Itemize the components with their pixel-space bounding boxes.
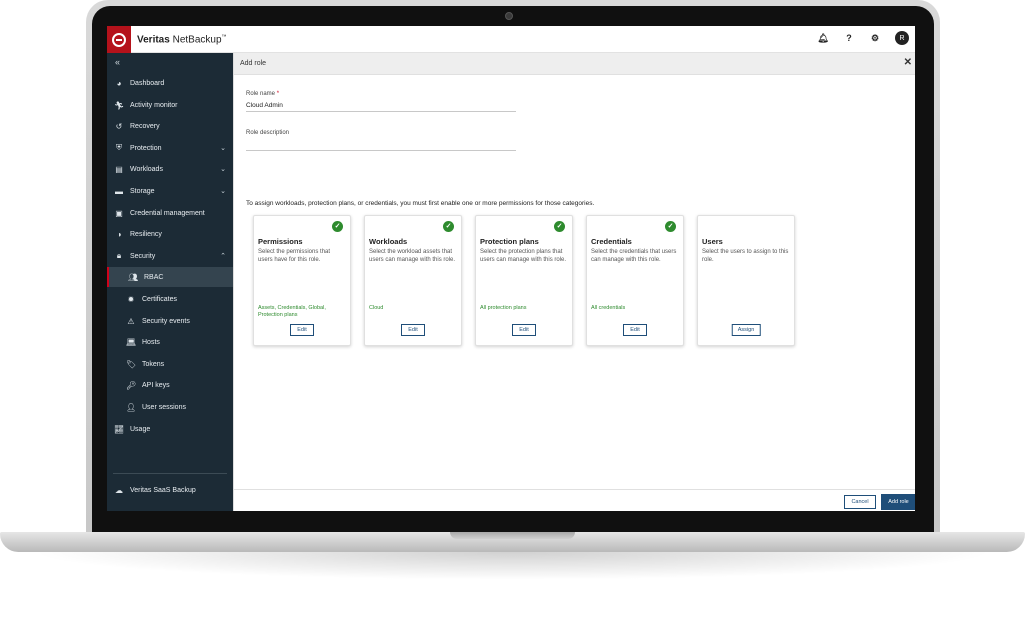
role-name-underline <box>246 111 516 112</box>
shield-icon: ⛨ <box>116 143 122 152</box>
chevron-down-icon: ⌄ <box>220 166 226 173</box>
assign-users-button[interactable]: Assign <box>731 324 761 336</box>
sidebar-item-protection[interactable]: ⛨ Protection ⌄ <box>107 138 233 158</box>
warning-icon: ⚠ <box>127 316 135 326</box>
sidebar-item-usage[interactable]: 📈︎ Usage <box>107 419 233 439</box>
sidebar-item-workloads[interactable]: ▤ Workloads ⌄ <box>107 159 233 179</box>
card-title: Users <box>702 237 723 246</box>
role-description-label: Role description <box>246 130 290 136</box>
panel-header: Add role ✕ <box>234 53 915 75</box>
sidebar-item-certificates[interactable]: ✹ Certificates <box>107 289 233 309</box>
help-icon[interactable]: ? <box>843 33 855 43</box>
close-icon[interactable]: ✕ <box>904 57 912 68</box>
role-name-field[interactable]: Cloud Admin <box>246 102 283 109</box>
protection-plans-card: ✓ Protection plans Select the protection… <box>475 215 573 346</box>
card-title: Workloads <box>369 237 408 246</box>
sidebar-item-security[interactable]: 🔒︎ Security ⌃ <box>107 246 233 266</box>
cloud-icon: ☁ <box>115 485 123 495</box>
laptop-notch <box>450 532 575 539</box>
sidebar-item-saas-backup[interactable]: ☁ Veritas SaaS Backup <box>107 480 233 500</box>
edit-credentials-button[interactable]: Edit <box>623 324 647 336</box>
card-description: Select the permissions that users have f… <box>258 249 331 263</box>
check-icon: ✓ <box>332 221 343 232</box>
edit-workloads-button[interactable]: Edit <box>401 324 425 336</box>
chevron-down-icon: ⌄ <box>220 145 226 152</box>
add-role-panel: Add role ✕ Role name * Cloud Admin Role … <box>233 53 915 511</box>
app-title: Veritas NetBackup™ <box>137 34 227 46</box>
sidebar: « ◕ Dashboard 🏃︎ Activity monitor ↺ Recover… <box>107 53 233 511</box>
edit-permissions-button[interactable]: Edit <box>290 324 314 336</box>
sidebar-item-hosts[interactable]: 💻︎ Hosts <box>107 332 233 352</box>
bell-icon[interactable]: 🔔︎ <box>817 33 829 44</box>
sidebar-item-activity-monitor[interactable]: 🏃︎ Activity monitor <box>107 95 233 115</box>
card-title: Permissions <box>258 237 303 246</box>
dashboard-icon: ◕ <box>116 78 122 88</box>
recovery-icon: ↺ <box>115 121 123 131</box>
sidebar-item-dashboard[interactable]: ◕ Dashboard <box>107 73 233 93</box>
assign-info-text: To assign workloads, protection plans, o… <box>246 200 595 207</box>
app-screen: Veritas NetBackup™ 🔔︎ ? ⚙︎ R « ◕ Dashboar… <box>107 26 915 511</box>
sidebar-item-resiliency[interactable]: ◑ Resiliency <box>107 224 233 244</box>
card-selection: Assets, Credentials, Global, Protection … <box>258 305 326 318</box>
card-description: Select the credentials that users can ma… <box>591 249 677 263</box>
user-icon: 👤︎ <box>126 402 137 412</box>
sidebar-item-rbac[interactable]: 👥︎ RBAC <box>107 267 233 287</box>
top-bar: Veritas NetBackup™ 🔔︎ ? ⚙︎ R <box>107 26 915 53</box>
activity-icon: 🏃︎ <box>114 100 125 110</box>
key-icon: 🔑︎ <box>126 380 137 390</box>
sidebar-item-recovery[interactable]: ↺ Recovery <box>107 116 233 136</box>
credential-icon: ▣ <box>115 208 123 218</box>
cancel-button[interactable]: Cancel <box>844 495 876 509</box>
certificate-icon: ✹ <box>127 294 135 304</box>
check-icon: ✓ <box>554 221 565 232</box>
card-description: Select the users to assign to this role. <box>702 249 789 263</box>
card-description: Select the workload assets that users ca… <box>369 249 456 263</box>
check-icon: ✓ <box>665 221 676 232</box>
card-title: Protection plans <box>480 237 539 246</box>
camera-icon <box>505 12 513 20</box>
permissions-card: ✓ Permissions Select the permissions tha… <box>253 215 351 346</box>
users-card: Users Select the users to assign to this… <box>697 215 795 346</box>
sidebar-item-api-keys[interactable]: 🔑︎ API keys <box>107 375 233 395</box>
chevron-up-icon: ⌃ <box>220 253 226 260</box>
lock-icon: 🔒︎ <box>116 251 122 260</box>
sidebar-item-credential-management[interactable]: ▣ Credential management <box>107 203 233 223</box>
storage-icon: ▬ <box>115 186 123 196</box>
check-icon: ✓ <box>443 221 454 232</box>
page-title: Add role <box>240 60 267 67</box>
add-role-button[interactable]: Add role <box>881 494 915 510</box>
card-selection: All protection plans <box>480 305 527 311</box>
role-name-label: Role name * <box>246 91 280 97</box>
card-selection: Cloud <box>369 305 384 311</box>
resiliency-icon: ◑ <box>116 229 122 239</box>
laptop-icon: 💻︎ <box>126 337 137 347</box>
sidebar-item-tokens[interactable]: 🏷︎ Tokens <box>107 354 233 374</box>
collapse-sidebar-icon[interactable]: « <box>115 57 120 67</box>
workloads-card: ✓ Workloads Select the workload assets t… <box>364 215 462 346</box>
edit-protection-plans-button[interactable]: Edit <box>512 324 536 336</box>
tag-icon: 🏷︎ <box>126 359 137 369</box>
users-icon: 👥︎ <box>128 272 139 282</box>
sidebar-item-storage[interactable]: ▬ Storage ⌄ <box>107 181 233 201</box>
sidebar-item-security-events[interactable]: ⚠ Security events <box>107 311 233 331</box>
card-description: Select the protection plans that users c… <box>480 249 567 263</box>
card-selection: All credentials <box>591 305 626 311</box>
chart-icon: 📈︎ <box>114 424 125 434</box>
laptop-shadow <box>30 552 995 580</box>
veritas-logo[interactable] <box>107 26 131 53</box>
sidebar-item-user-sessions[interactable]: 👤︎ User sessions <box>107 397 233 417</box>
avatar[interactable]: R <box>895 31 909 45</box>
panel-footer: Cancel Add role <box>234 489 915 511</box>
sidebar-divider <box>113 473 227 474</box>
role-description-field[interactable] <box>246 150 516 151</box>
card-title: Credentials <box>591 237 632 246</box>
credentials-card: ✓ Credentials Select the credentials tha… <box>586 215 684 346</box>
chevron-down-icon: ⌄ <box>220 188 226 195</box>
gear-icon[interactable]: ⚙︎ <box>869 33 881 44</box>
briefcase-icon: ▤ <box>115 164 123 174</box>
